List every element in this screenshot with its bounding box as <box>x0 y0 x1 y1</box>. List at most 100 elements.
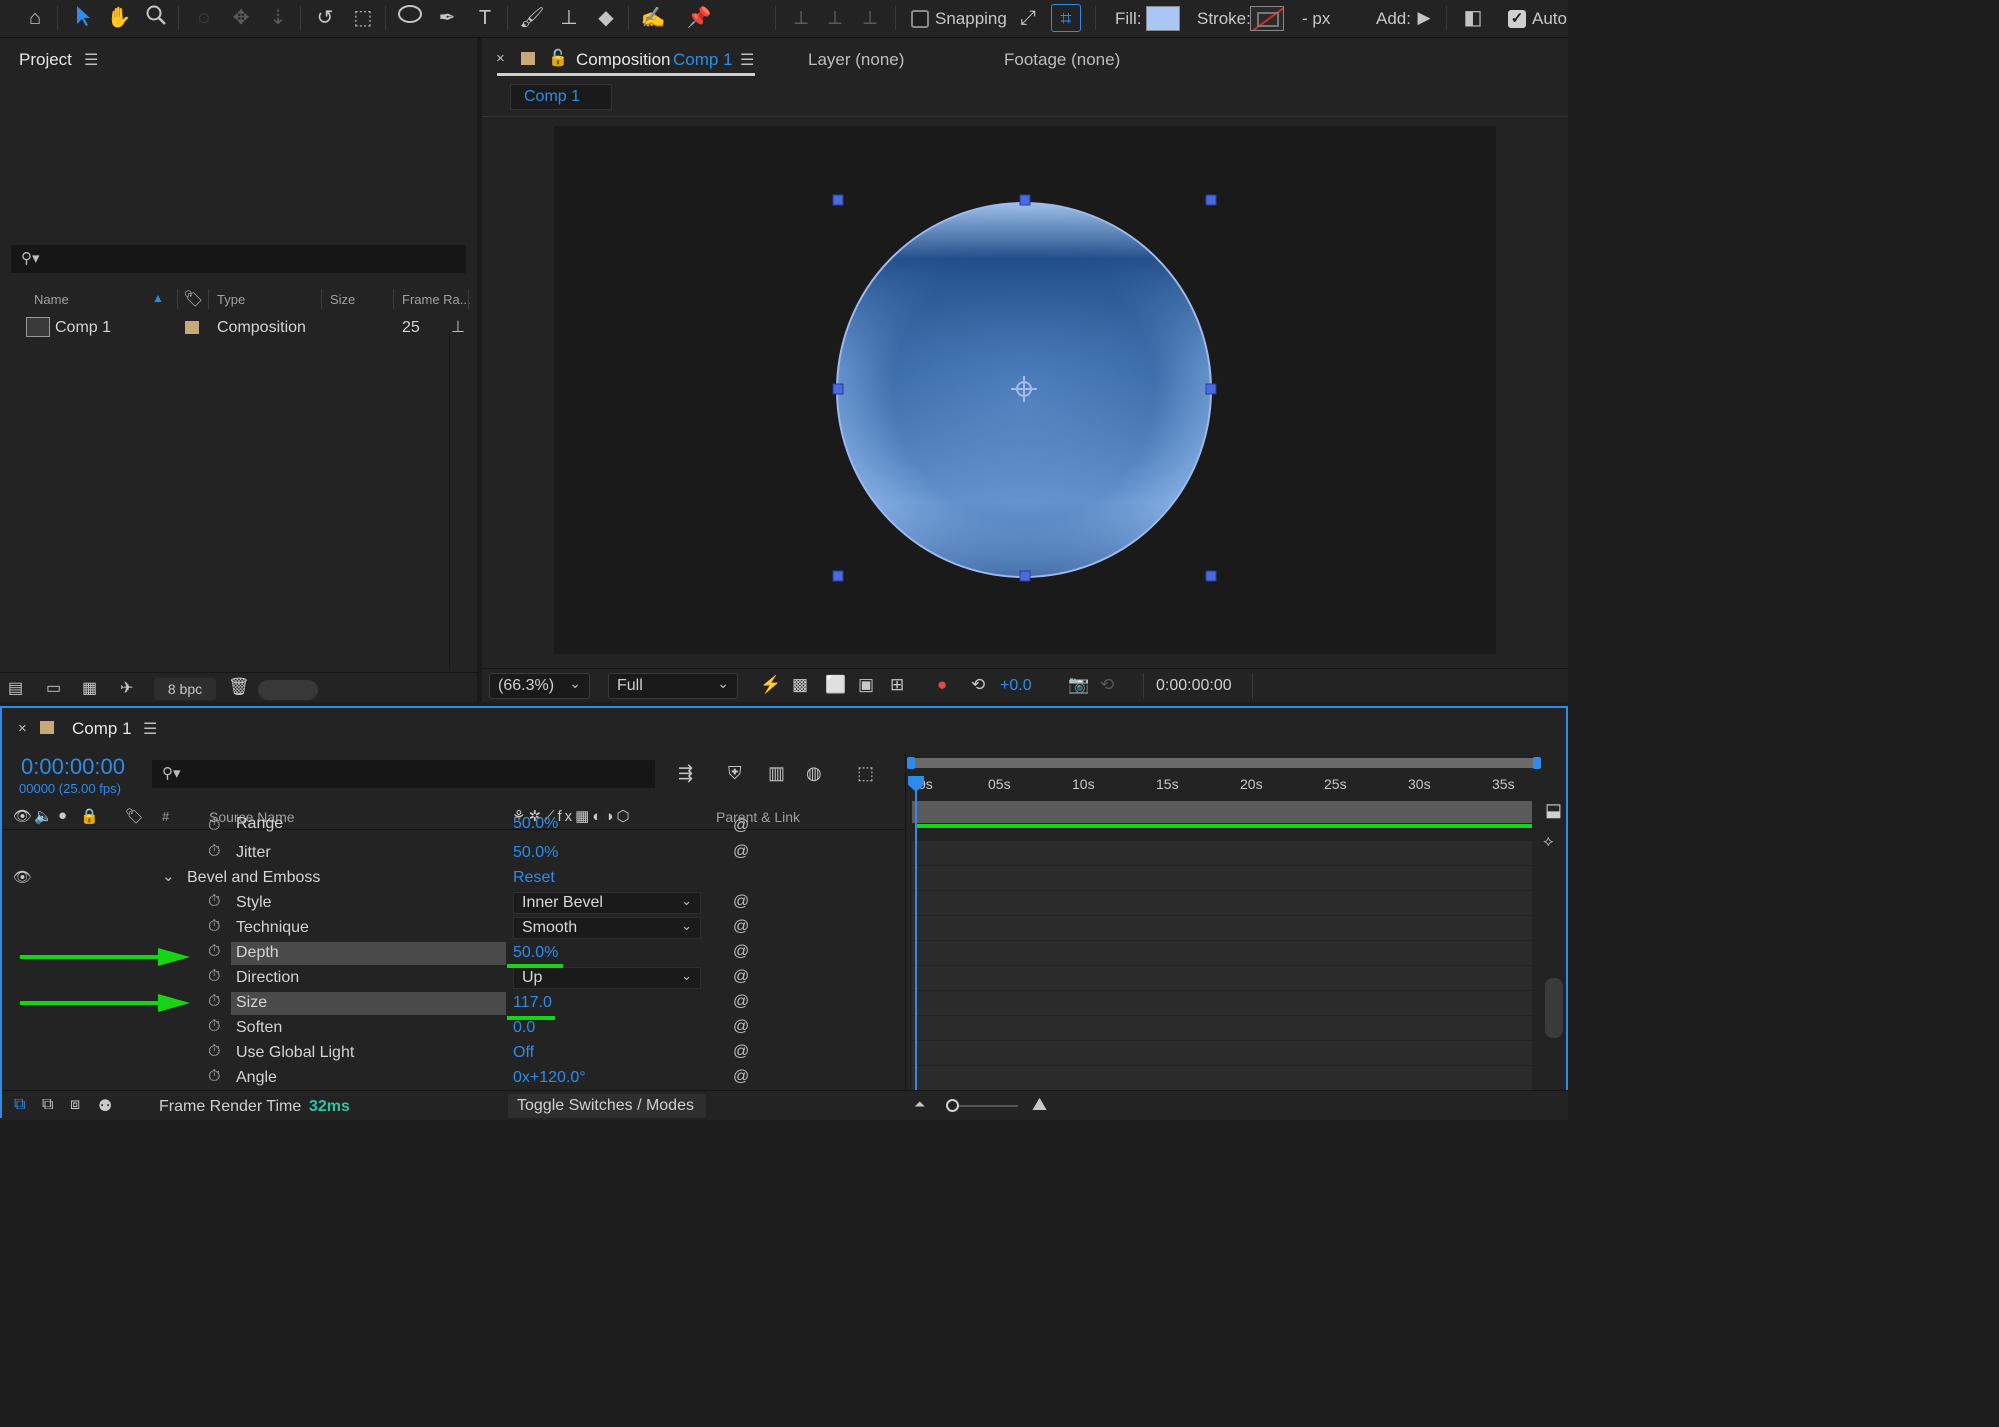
pick-whip-icon[interactable]: @ <box>733 918 749 936</box>
timeline-tab-label[interactable]: Comp 1 <box>72 719 132 739</box>
composition-tab-label[interactable]: Composition <box>576 50 671 70</box>
eraser-tool-icon[interactable]: ◆ <box>591 4 621 32</box>
timeline-menu-icon[interactable]: ☰ <box>143 719 157 739</box>
stopwatch-icon[interactable]: ⏱ <box>208 943 220 961</box>
timeline-search-input[interactable]: ⚲▾ <box>152 760 655 788</box>
local-axis-icon[interactable]: ⟂ <box>786 4 816 32</box>
col-frame-rate[interactable]: Frame Ra... <box>402 292 471 307</box>
label-tag-icon[interactable]: 🏷 <box>183 289 203 309</box>
property-row-technique[interactable]: ⏱ Technique Smooth ⌄ @ <box>2 916 905 941</box>
reset-exposure-icon[interactable]: ⟲ <box>971 675 985 695</box>
playhead[interactable] <box>915 776 917 1090</box>
reset-link[interactable]: Reset <box>513 869 555 887</box>
stopwatch-icon[interactable]: ⏱ <box>208 993 220 1011</box>
pick-whip-icon[interactable]: @ <box>733 843 749 861</box>
render-time-icon[interactable]: ⚉ <box>98 1096 112 1116</box>
comp-button-icon[interactable]: ⟡ <box>1543 833 1554 851</box>
breadcrumb[interactable]: Comp 1 <box>510 84 612 110</box>
property-value[interactable]: 0x+120.0° <box>513 1069 586 1087</box>
snap-features-icon[interactable]: ⌗ <box>1051 4 1081 32</box>
direction-dropdown[interactable]: Up ⌄ <box>513 967 701 989</box>
orbit-tool-icon[interactable]: ◌ <box>189 4 219 32</box>
tab-layer[interactable]: Layer (none) <box>808 50 904 70</box>
auto-checkbox[interactable]: ✓ <box>1508 10 1526 28</box>
project-search-input[interactable]: ⚲▾ <box>11 245 466 273</box>
pan-tool-icon[interactable]: ✥ <box>226 4 256 32</box>
breadcrumb-comp[interactable]: Comp 1 <box>524 88 580 106</box>
style-dropdown[interactable]: Inner Bevel ⌄ <box>513 892 701 914</box>
project-item-comp-1[interactable]: Comp 1 Composition 25 ⊥ <box>0 314 477 342</box>
technique-dropdown[interactable]: Smooth ⌄ <box>513 917 701 939</box>
mask-visibility-icon[interactable]: ⬜ <box>825 675 846 695</box>
hand-tool-icon[interactable]: ✋ <box>104 4 134 32</box>
fast-previews-icon[interactable]: ⚡ <box>760 675 781 695</box>
pick-whip-icon[interactable]: @ <box>733 993 749 1011</box>
zoom-dropdown[interactable]: (66.3%) ⌄ <box>489 673 590 699</box>
add-play-icon[interactable]: ▶ <box>1409 4 1439 32</box>
clone-stamp-tool-icon[interactable]: ⊥ <box>554 4 584 32</box>
stopwatch-icon[interactable]: ⏱ <box>208 893 220 911</box>
brush-tool-icon[interactable]: 🖌 <box>517 4 547 32</box>
chevron-down-icon[interactable]: ⌄ <box>162 867 175 885</box>
selection-tool-icon[interactable] <box>68 4 98 32</box>
stopwatch-icon[interactable]: ⏱ <box>208 918 220 936</box>
close-tab-icon[interactable]: × <box>18 720 27 737</box>
property-value[interactable]: 50.0% <box>513 815 558 833</box>
bpc-button[interactable]: 8 bpc <box>154 678 216 700</box>
pan-behind-tool-icon[interactable]: ⬚ <box>348 4 378 32</box>
label-color-swatch[interactable] <box>185 321 199 334</box>
stroke-width-value[interactable]: - px <box>1302 9 1330 29</box>
col-name[interactable]: Name <box>34 292 69 307</box>
pen-tool-icon[interactable]: ✒ <box>432 4 462 32</box>
lock-icon[interactable]: 🔓 <box>548 48 568 68</box>
ellipse-tool-icon[interactable] <box>395 4 425 32</box>
interpret-footage-icon[interactable]: ▤ <box>8 678 23 698</box>
timecode-display[interactable]: 0:00:00:00 <box>1143 673 1253 699</box>
pick-whip-icon[interactable]: @ <box>733 943 749 961</box>
pick-whip-icon[interactable]: @ <box>733 893 749 911</box>
trash-icon[interactable]: 🗑 <box>228 677 250 697</box>
stopwatch-icon[interactable]: ⏱ <box>208 1018 220 1036</box>
new-folder-icon[interactable]: ▭ <box>46 678 61 698</box>
stopwatch-icon[interactable]: ⏱ <box>208 1068 220 1086</box>
eye-icon[interactable]: 👁 <box>13 868 32 886</box>
fill-swatch[interactable] <box>1146 6 1180 31</box>
view-axis-icon[interactable]: ⟂ <box>855 4 885 32</box>
stopwatch-icon[interactable]: ⏱ <box>208 843 220 861</box>
zoom-slider-thumb[interactable] <box>946 1099 959 1112</box>
home-icon[interactable]: ⌂ <box>20 4 50 32</box>
stopwatch-icon[interactable]: ⏱ <box>208 968 220 986</box>
draft-3d-icon[interactable]: ⛨ <box>728 763 742 784</box>
grid-guides-icon[interactable]: ⊞ <box>890 675 904 695</box>
pick-whip-icon[interactable]: @ <box>733 1043 749 1061</box>
property-value[interactable]: 0.0 <box>513 1019 535 1037</box>
render-queue-icon[interactable]: ✈ <box>120 678 133 698</box>
pick-whip-icon[interactable]: @ <box>733 817 749 835</box>
show-snapshot-icon[interactable]: ⟲ <box>1100 675 1114 695</box>
property-row-use-global-light[interactable]: ⏱ Use Global Light Off @ <box>2 1041 905 1066</box>
property-row-jitter[interactable]: ⏱ Jitter 50.0% @ <box>2 841 905 866</box>
property-row-angle[interactable]: ⏱ Angle 0x+120.0° @ <box>2 1066 905 1091</box>
composition-tab-comp[interactable]: Comp 1 <box>673 50 733 70</box>
pick-whip-icon[interactable]: @ <box>733 1018 749 1036</box>
stopwatch-icon[interactable]: ⏱ <box>208 1043 220 1061</box>
snap-edges-icon[interactable]: ⤢ <box>1013 4 1043 32</box>
property-value[interactable]: 50.0% <box>513 944 558 962</box>
comp-marker-icon[interactable]: ⬓ <box>1545 800 1562 821</box>
work-area-end-handle[interactable] <box>1533 757 1541 769</box>
pick-whip-icon[interactable]: @ <box>733 1068 749 1086</box>
channels-icon[interactable]: ● <box>937 675 947 695</box>
toggle-switches-modes-button[interactable]: Toggle Switches / Modes <box>508 1094 706 1118</box>
pick-whip-icon[interactable]: @ <box>733 968 749 986</box>
composition-flowchart-icon[interactable]: ⇶ <box>678 763 693 784</box>
shape-layer-canvas[interactable] <box>554 126 1496 654</box>
layer-duration-bar[interactable] <box>912 801 1532 823</box>
resolution-dropdown[interactable]: Full ⌄ <box>608 673 738 699</box>
flowchart-icon[interactable]: ⊥ <box>451 317 465 337</box>
property-row-style[interactable]: ⏱ Style Inner Bevel ⌄ @ <box>2 891 905 916</box>
motion-blur-icon[interactable]: ◍ <box>806 763 822 784</box>
world-axis-icon[interactable]: ⟂ <box>820 4 850 32</box>
tab-footage[interactable]: Footage (none) <box>1004 50 1120 70</box>
graph-editor-icon[interactable]: ⬚ <box>857 763 874 784</box>
snapping-checkbox[interactable] <box>911 10 929 28</box>
